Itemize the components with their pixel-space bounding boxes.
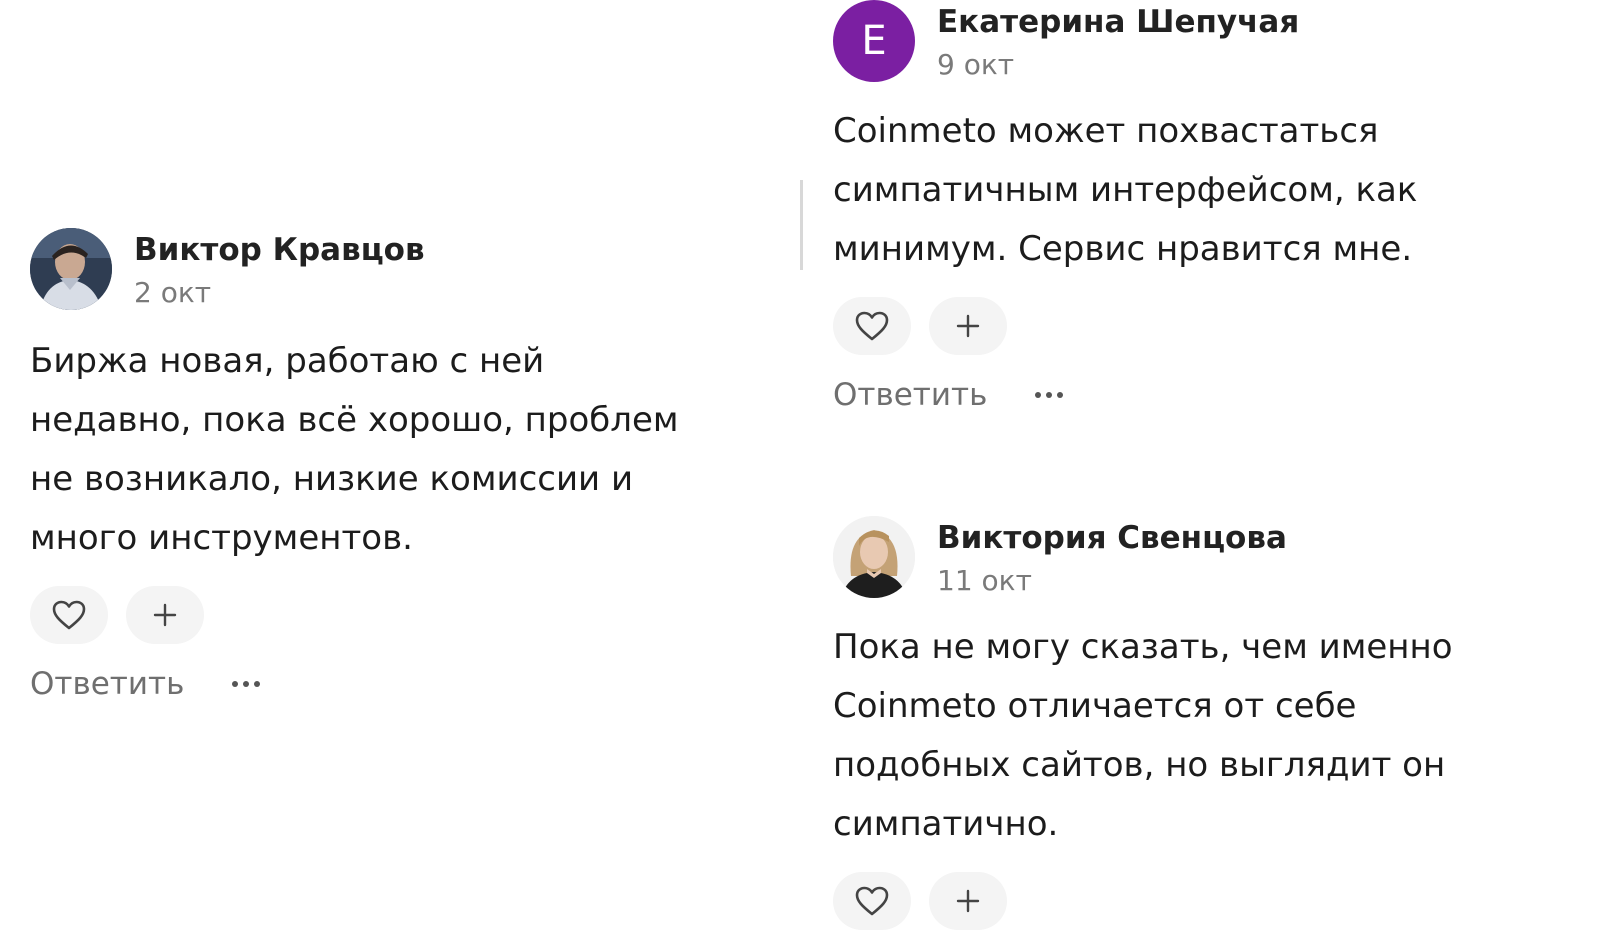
avatar[interactable] xyxy=(833,516,915,598)
thread-line xyxy=(800,180,803,270)
plus-icon xyxy=(956,314,980,338)
avatar-photo-icon xyxy=(30,228,112,310)
comment-header: Виктор Кравцов 2 окт xyxy=(30,228,690,312)
heart-icon xyxy=(855,886,889,916)
avatar-photo-icon xyxy=(833,516,915,598)
comment-text: Биржа новая, работаю с ней недавно, пока… xyxy=(30,341,679,558)
like-button[interactable] xyxy=(833,872,911,930)
add-reaction-button[interactable] xyxy=(126,586,204,644)
author-name[interactable]: Виктор Кравцов xyxy=(134,232,425,268)
reaction-bar xyxy=(30,586,690,644)
more-dots-icon[interactable] xyxy=(1035,375,1064,415)
more-dots-icon[interactable] xyxy=(232,664,261,704)
author-name[interactable]: Виктория Свенцова xyxy=(937,520,1287,556)
reaction-bar xyxy=(833,872,1533,930)
add-reaction-button[interactable] xyxy=(929,297,1007,355)
reply-row: Ответить xyxy=(30,664,690,704)
comment-viktor-kravtsov: Виктор Кравцов 2 окт Биржа новая, работа… xyxy=(30,228,690,704)
comment-date: 9 окт xyxy=(937,48,1015,81)
like-button[interactable] xyxy=(833,297,911,355)
comment-text: Пока не могу сказать, чем именно Coinmet… xyxy=(833,627,1453,844)
avatar[interactable]: Е xyxy=(833,0,915,82)
comment-header: Е Екатерина Шепучая 9 окт xyxy=(833,0,1533,84)
plus-icon xyxy=(956,889,980,913)
like-button[interactable] xyxy=(30,586,108,644)
avatar[interactable] xyxy=(30,228,112,310)
comment-header: Виктория Свенцова 11 окт xyxy=(833,516,1533,600)
comment-ekaterina-shepuchaya: Е Екатерина Шепучая 9 окт Coinmeto может… xyxy=(833,0,1533,415)
plus-icon xyxy=(153,603,177,627)
add-reaction-button[interactable] xyxy=(929,872,1007,930)
comment-date: 11 окт xyxy=(937,564,1032,597)
comment-text: Coinmeto может похвастаться симпатичным … xyxy=(833,111,1418,269)
reply-row: Ответить xyxy=(833,375,1533,415)
heart-icon xyxy=(855,311,889,341)
reply-button[interactable]: Ответить xyxy=(833,377,987,413)
comment-date: 2 окт xyxy=(134,276,212,309)
author-name[interactable]: Екатерина Шепучая xyxy=(937,4,1299,40)
comment-viktoria-sventsova: Виктория Свенцова 11 окт Пока не могу ск… xyxy=(833,516,1533,930)
heart-icon xyxy=(52,600,86,630)
reaction-bar xyxy=(833,297,1533,355)
reply-button[interactable]: Ответить xyxy=(30,666,184,702)
